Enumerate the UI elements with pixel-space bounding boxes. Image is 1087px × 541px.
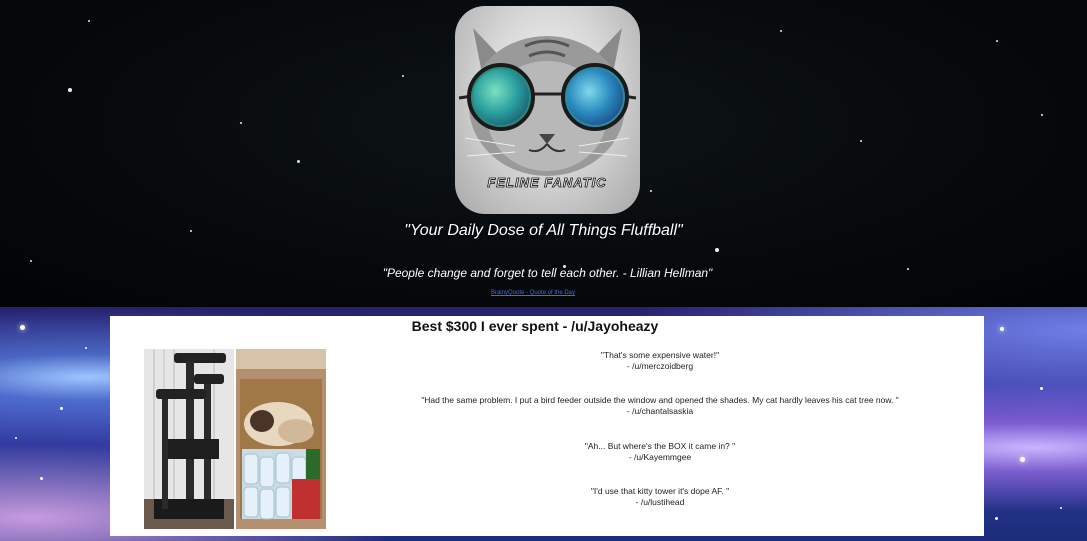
star <box>1060 507 1062 509</box>
star <box>30 260 32 262</box>
star <box>402 75 404 77</box>
comment-text: "I'd use that kitty tower it's dope AF. … <box>590 486 730 496</box>
star <box>1000 327 1004 331</box>
comment: "Had the same problem. I put a bird feed… <box>340 395 980 417</box>
star <box>20 325 25 330</box>
comment: "That's some expensive water!" - /u/merc… <box>340 350 980 372</box>
star <box>40 477 43 480</box>
star <box>240 122 242 124</box>
star <box>780 30 782 32</box>
star <box>68 88 72 92</box>
star <box>1020 457 1025 462</box>
cat-in-water-box-image <box>236 349 326 529</box>
quote-source-link[interactable]: BrainyQuote - Quote of the Day <box>0 290 1066 296</box>
comment: "I'd use that kitty tower it's dope AF. … <box>340 486 980 508</box>
star <box>85 347 87 349</box>
hero-header: FELINE FANATIC "Your Daily Dose of All T… <box>0 0 1087 307</box>
cat-with-sunglasses-logo: FELINE FANATIC <box>458 28 637 190</box>
star <box>60 407 63 410</box>
star <box>1040 387 1043 390</box>
site-tagline: "Your Daily Dose of All Things Fluffball… <box>404 222 683 239</box>
post-card: Best $300 I ever spent - /u/Jayoheazy "T… <box>110 316 984 536</box>
star <box>88 20 90 22</box>
star <box>715 248 719 252</box>
comment-text: "Ah... But where's the BOX it came in? " <box>584 441 736 451</box>
star <box>995 517 998 520</box>
star <box>1041 114 1043 116</box>
cat-tree-image <box>144 349 234 529</box>
comment-author[interactable]: - /u/Kayemmgee <box>340 452 980 463</box>
cat-in-box-photo[interactable] <box>236 349 326 529</box>
comment: "Ah... But where's the BOX it came in? "… <box>340 441 980 463</box>
quote-of-the-day: "People change and forget to tell each o… <box>382 266 713 280</box>
comment-author[interactable]: - /u/lustihead <box>340 497 980 508</box>
star <box>860 140 862 142</box>
cat-tree-photo[interactable] <box>144 349 234 529</box>
comment-author[interactable]: - /u/merczoidberg <box>340 361 980 372</box>
site-logo[interactable]: FELINE FANATIC <box>455 6 640 214</box>
comment-text: "Had the same problem. I put a bird feed… <box>421 395 899 405</box>
logo-text: FELINE FANATIC <box>487 175 606 190</box>
post-title[interactable]: Best $300 I ever spent - /u/Jayoheazy <box>98 318 972 334</box>
star <box>297 160 300 163</box>
comment-author[interactable]: - /u/chantalsaskia <box>340 406 980 417</box>
comment-text: "That's some expensive water!" <box>600 350 720 360</box>
star <box>15 437 17 439</box>
star <box>650 190 652 192</box>
star <box>996 40 998 42</box>
